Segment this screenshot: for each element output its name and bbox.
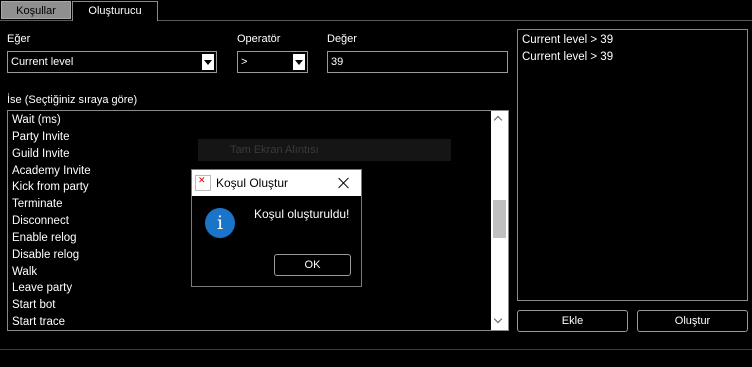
if-condition-value: Current level: [11, 56, 74, 68]
list-item[interactable]: Wait (ms): [8, 112, 508, 129]
tab-conditions[interactable]: Koşullar: [1, 1, 71, 19]
tab-builder[interactable]: Oluşturucu: [72, 1, 158, 21]
if-condition-select[interactable]: Current level: [7, 51, 217, 73]
background-ghost-element: Tam Ekran Alıntısı: [198, 139, 451, 161]
operator-select[interactable]: >: [237, 51, 308, 73]
value-label: Değer: [327, 33, 357, 45]
dialog-title: Koşul Oluştur: [216, 176, 289, 190]
scroll-down-icon[interactable]: [491, 313, 508, 330]
status-divider: [0, 349, 752, 350]
dialog-title-bar: ✕ Koşul Oluştur: [192, 170, 361, 196]
list-item[interactable]: Start bot: [8, 297, 508, 314]
dialog-message: Koşul oluşturuldu!: [254, 207, 350, 221]
conditions-list[interactable]: Current level > 39 Current level > 39: [517, 29, 748, 301]
create-button[interactable]: Oluştur: [637, 310, 748, 332]
info-icon: i: [205, 208, 235, 238]
tab-bar: Koşullar Oluşturucu: [0, 0, 752, 21]
operator-label: Operatör: [237, 33, 281, 45]
conditions-items: Current level > 39 Current level > 39: [518, 30, 747, 66]
scroll-up-icon[interactable]: [491, 111, 508, 128]
list-item[interactable]: Current level > 39: [518, 49, 747, 66]
message-dialog: ✕ Koşul Oluştur i Koşul oluşturuldu! OK: [191, 169, 362, 287]
value-input[interactable]: [327, 51, 508, 73]
chevron-down-icon[interactable]: [201, 53, 215, 71]
then-label: İse (Seçtiğiniz sıraya göre): [7, 94, 138, 106]
app-icon: ✕: [195, 175, 211, 191]
list-item[interactable]: Current level > 39: [518, 32, 747, 49]
scroll-thumb[interactable]: [493, 200, 506, 238]
operator-value: >: [241, 56, 248, 68]
add-button[interactable]: Ekle: [517, 310, 628, 332]
ok-button[interactable]: OK: [274, 254, 351, 276]
chevron-down-icon[interactable]: [292, 53, 306, 71]
scrollbar[interactable]: [491, 111, 508, 330]
list-item[interactable]: Start trace: [8, 314, 508, 330]
close-icon[interactable]: [335, 173, 353, 193]
if-label: Eğer: [7, 33, 31, 45]
